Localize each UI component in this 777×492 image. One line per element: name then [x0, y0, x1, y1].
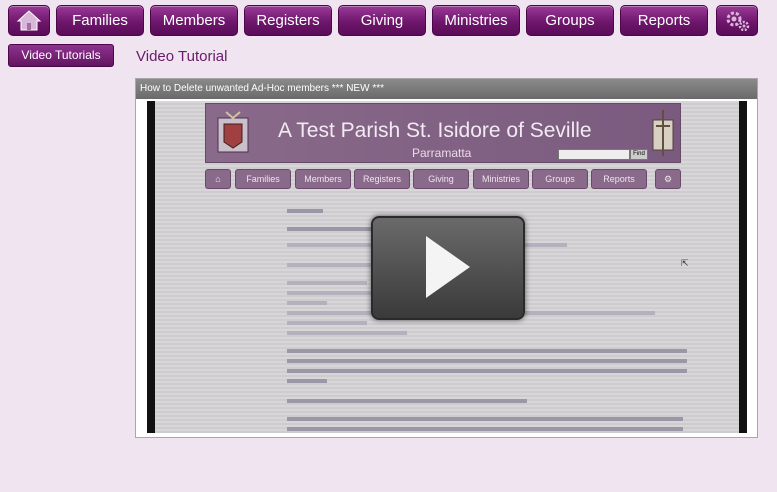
- nav-reports[interactable]: Reports: [620, 5, 708, 36]
- crest-right-icon: [652, 110, 674, 156]
- video-text-line: [287, 369, 687, 373]
- video-text-line: [287, 427, 683, 431]
- video-nav-members: Members: [295, 169, 351, 189]
- play-icon: [426, 236, 470, 298]
- video-tutorials-button[interactable]: Video Tutorials: [8, 44, 114, 67]
- video-text-line: [525, 311, 655, 315]
- video-text-line: [287, 359, 687, 363]
- video-text-line: [287, 399, 527, 403]
- video-search-button: Find: [630, 149, 648, 160]
- video-text-line: [287, 321, 367, 325]
- video-text-line: [287, 331, 407, 335]
- gear-icon: [726, 11, 750, 32]
- video-nav-ministries: Ministries: [473, 169, 529, 189]
- settings-button[interactable]: [716, 5, 758, 36]
- video-nav-groups: Groups: [532, 169, 588, 189]
- nav-registers[interactable]: Registers: [244, 5, 332, 36]
- video-search-box: [558, 149, 630, 160]
- video-nav-reports: Reports: [591, 169, 647, 189]
- video-nav-families: Families: [235, 169, 291, 189]
- video-text-line: [287, 263, 377, 267]
- video-text-line: [287, 209, 323, 213]
- video-banner-subtitle: Parramatta: [412, 146, 472, 160]
- nav-ministries[interactable]: Ministries: [432, 5, 520, 36]
- play-button[interactable]: [371, 216, 525, 320]
- video-text-line: [287, 311, 377, 315]
- video-text-line: [287, 379, 327, 383]
- video-nav-home-icon: ⌂: [205, 169, 231, 189]
- main-nav: Families Members Registers Giving Minist…: [0, 5, 777, 37]
- video-text-line: [287, 281, 367, 285]
- panel-header: How to Delete unwanted Ad-Hoc members **…: [136, 79, 757, 99]
- video-nav-gear-icon: ⚙: [655, 169, 681, 189]
- video-text-line: [287, 417, 683, 421]
- video-nav-giving: Giving: [413, 169, 469, 189]
- crest-left-icon: [217, 111, 249, 153]
- page-title: Video Tutorial: [136, 48, 228, 65]
- nav-groups[interactable]: Groups: [526, 5, 614, 36]
- video-nav-registers: Registers: [354, 169, 410, 189]
- video-banner: A Test Parish St. Isidore of Seville Par…: [205, 103, 681, 163]
- video-text-line: [287, 349, 687, 353]
- home-button[interactable]: [8, 5, 50, 36]
- nav-families[interactable]: Families: [56, 5, 144, 36]
- video-player[interactable]: A Test Parish St. Isidore of Seville Par…: [147, 101, 747, 433]
- video-text-line: [287, 301, 327, 305]
- nav-members[interactable]: Members: [150, 5, 238, 36]
- video-panel: How to Delete unwanted Ad-Hoc members **…: [135, 78, 758, 438]
- video-banner-title: A Test Parish St. Isidore of Seville: [278, 119, 592, 142]
- home-icon: [16, 10, 42, 31]
- nav-giving[interactable]: Giving: [338, 5, 426, 36]
- mouse-cursor-icon: ⇱: [681, 258, 689, 268]
- video-text-line: [287, 291, 377, 295]
